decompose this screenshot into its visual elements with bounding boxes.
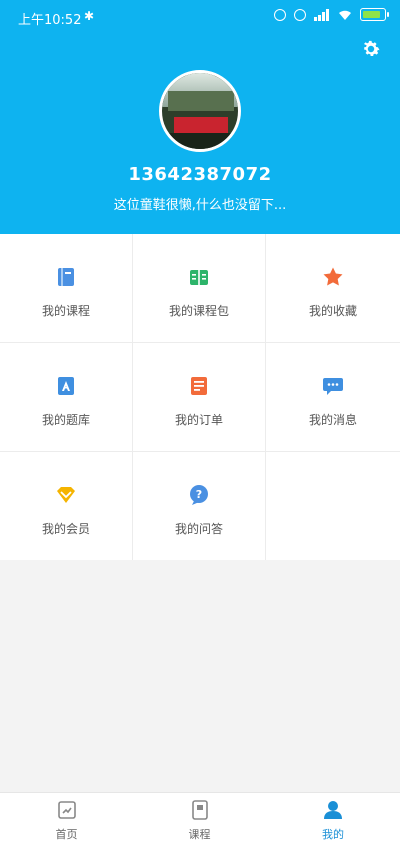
status-icons — [274, 8, 389, 21]
svg-text:?: ? — [196, 488, 202, 501]
menu-my-qa[interactable]: ? 我的问答 — [133, 452, 266, 560]
bluetooth-icon: ✱ — [84, 9, 95, 23]
menu-my-question-bank[interactable]: 我的题库 — [0, 343, 133, 452]
settings-gear-icon[interactable] — [360, 38, 382, 60]
menu-label: 我的课程包 — [168, 304, 229, 318]
menu-my-orders[interactable]: 我的订单 — [133, 343, 266, 452]
menu-label: 我的题库 — [41, 413, 90, 427]
wifi-icon — [339, 10, 351, 20]
course-icon — [191, 800, 208, 820]
user-bio: 这位童鞋很懒,什么也没留下... — [113, 198, 287, 213]
order-icon — [191, 377, 207, 395]
star-icon — [323, 267, 343, 286]
course-package-icon — [190, 270, 208, 285]
tab-courses[interactable]: 课程 — [133, 793, 266, 846]
menu-my-membership[interactable]: 我的会员 — [0, 452, 133, 560]
menu-my-favorites[interactable]: 我的收藏 — [266, 234, 400, 343]
tab-home[interactable]: 首页 — [0, 793, 133, 846]
bottom-tab-bar: 首页 课程 我的 — [0, 792, 400, 846]
status-bar: 上午10:52 ✱ — [0, 0, 400, 34]
avatar[interactable] — [159, 70, 241, 152]
menu-label: 我的收藏 — [308, 304, 357, 318]
menu-label: 我的订单 — [174, 413, 223, 427]
tab-mine[interactable]: 我的 — [266, 793, 400, 846]
user-phone: 13642387072 — [128, 164, 272, 185]
course-book-icon — [58, 268, 74, 286]
menu-my-course-packages[interactable]: 我的课程包 — [133, 234, 266, 343]
menu-empty-cell — [266, 452, 400, 560]
profile-icon — [324, 801, 342, 819]
question-bank-icon — [58, 377, 74, 395]
message-icon — [323, 378, 343, 395]
status-time: 上午10:52 — [18, 13, 82, 28]
menu-grid: 我的课程 我的课程包 我的收藏 我的题库 我的订单 我的消息 我的会员 ? 我的… — [0, 234, 400, 560]
home-icon — [57, 801, 76, 819]
tab-label: 首页 — [55, 828, 78, 841]
sync-icon — [274, 8, 286, 21]
tab-label: 我的 — [322, 828, 344, 841]
menu-label: 我的消息 — [308, 413, 357, 427]
profile-header: 上午10:52 ✱ 13642387072 这位童鞋很懒,什么也没留下... — [0, 0, 400, 234]
menu-label: 我的会员 — [41, 522, 90, 536]
signal-icon — [314, 8, 329, 21]
alarm-icon — [294, 8, 306, 21]
qa-icon: ? — [190, 485, 208, 505]
menu-my-messages[interactable]: 我的消息 — [266, 343, 400, 452]
menu-my-courses[interactable]: 我的课程 — [0, 234, 133, 343]
battery-icon — [360, 8, 389, 21]
menu-label: 我的课程 — [41, 304, 90, 318]
menu-label: 我的问答 — [174, 522, 223, 536]
vip-icon — [57, 487, 75, 503]
tab-label: 课程 — [188, 828, 211, 841]
